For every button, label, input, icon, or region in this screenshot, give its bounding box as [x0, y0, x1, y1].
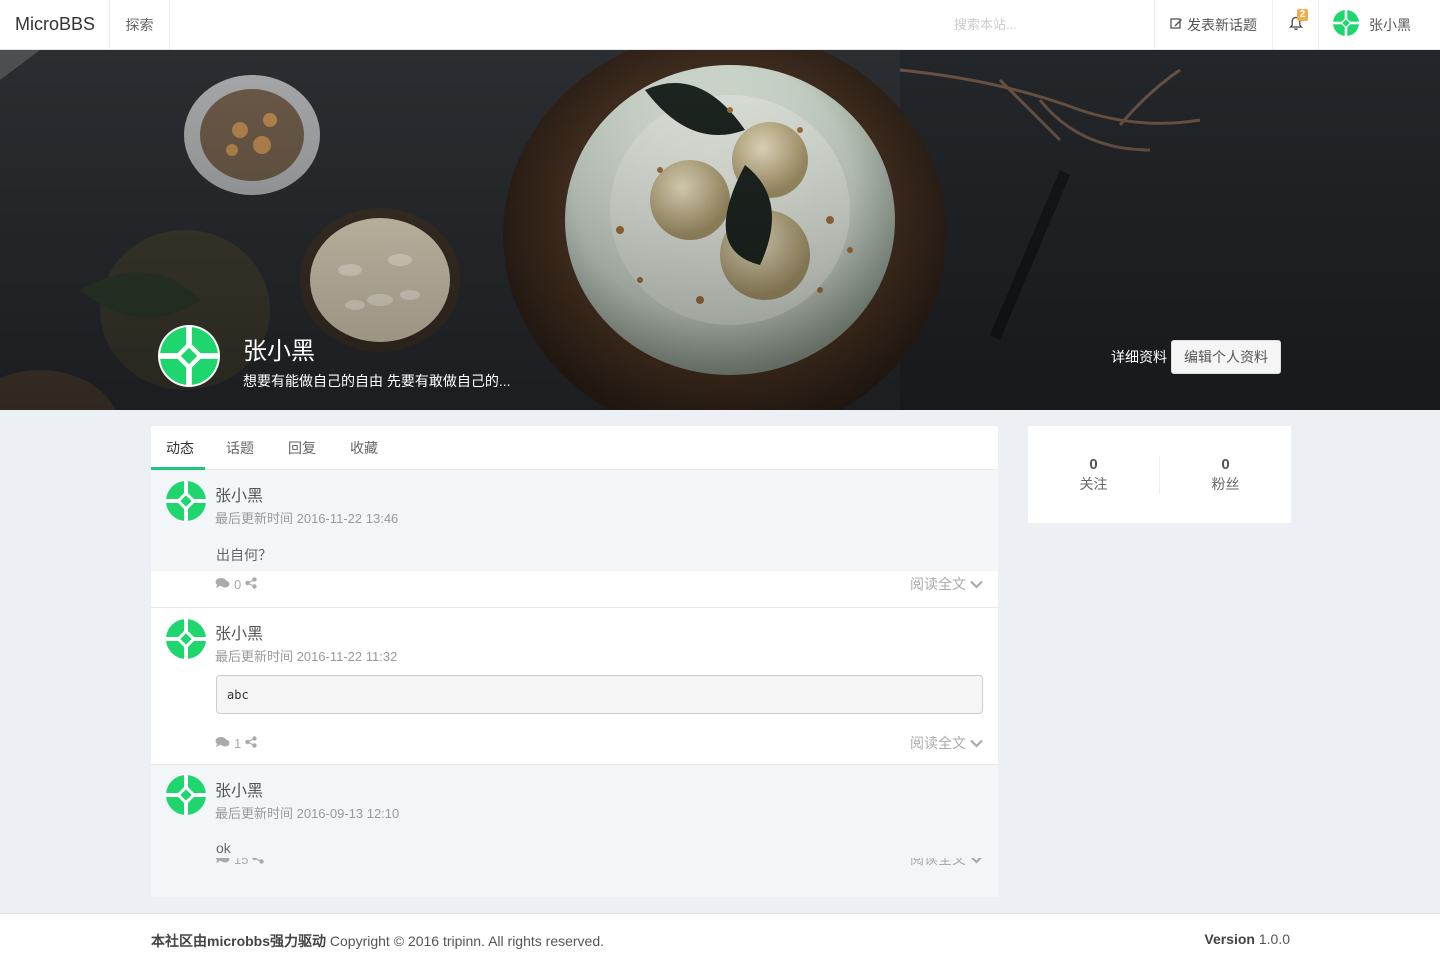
powered-suffix: 强力驱动 [270, 933, 327, 949]
post-author[interactable]: 张小黑 [215, 777, 983, 801]
comment-count: 1 [234, 735, 242, 751]
search-input[interactable] [954, 17, 1144, 32]
post-author[interactable]: 张小黑 [215, 482, 983, 506]
post-code-block: abc [216, 675, 983, 714]
profile-detail-link[interactable]: 详细资料 [1111, 347, 1167, 367]
feed-item-body: 张小黑 最后更新时间 2016-11-22 11:32 abc [151, 608, 998, 730]
post-avatar[interactable] [166, 619, 206, 659]
profile-bio: 想要有能做自己的自由 先要有敢做自己的... [243, 373, 511, 389]
post-footer: 1 阅读全文 [151, 730, 998, 756]
activity-feed: 动态 话题 回复 收藏 张小黑 最后更新时间 2016-11-22 13:46 … [151, 426, 998, 897]
tab-favorites[interactable]: 收藏 [333, 426, 395, 469]
follow-stats-card: 0 关注 0 粉丝 [1028, 426, 1291, 523]
post-avatar[interactable] [166, 775, 206, 815]
notification-badge: 2 [1297, 9, 1308, 21]
footer-version: Version 1.0.0 [1204, 931, 1290, 947]
edit-icon [1170, 17, 1183, 33]
powered-prefix: 本社区由 [151, 933, 207, 949]
comment-count: 0 [234, 576, 242, 592]
read-more-label: 阅读全文 [910, 576, 966, 592]
share-icon[interactable] [245, 735, 257, 751]
post-stats: 0 [215, 577, 257, 592]
profile-avatar [158, 325, 220, 387]
post-content: 出自何？ [216, 547, 272, 563]
read-more-link[interactable]: 阅读全文 [910, 574, 983, 594]
comment-icon [215, 577, 230, 592]
search-box [954, 0, 1154, 49]
user-name: 张小黑 [1369, 16, 1411, 33]
post-time: 最后更新时间 2016-09-13 12:10 [215, 806, 400, 821]
profile-name: 张小黑 [243, 338, 315, 365]
following-stat[interactable]: 0 关注 [1028, 456, 1159, 494]
version-label: Version [1204, 931, 1255, 947]
profile-cover: 张小黑 想要有能做自己的自由 先要有敢做自己的... 详细资料 编辑个人资料 [0, 50, 1440, 410]
feed-item-body: 张小黑 最后更新时间 2016-11-22 13:46 出自何？ [151, 470, 998, 571]
top-navbar: MicroBBS 探索 发表新话题 2 张小黑 [0, 0, 1440, 50]
post-footer: 0 阅读全文 [151, 571, 998, 597]
followers-stat[interactable]: 0 粉丝 [1159, 455, 1291, 494]
new-topic-button[interactable]: 发表新话题 [1154, 0, 1272, 49]
new-topic-label: 发表新话题 [1187, 16, 1257, 33]
feed-item: 张小黑 最后更新时间 2016-11-22 11:32 abc 1 阅读全文 [151, 608, 998, 765]
feed-item: 张小黑 最后更新时间 2016-11-22 13:46 出自何？ 0 阅读全文 [151, 470, 998, 608]
read-more-label: 阅读全文 [910, 735, 966, 751]
user-avatar [1333, 10, 1359, 39]
notifications-button[interactable]: 2 [1272, 0, 1318, 49]
comment-icon [215, 736, 230, 751]
following-label: 关注 [1079, 475, 1108, 492]
nav-explore-link[interactable]: 探索 [110, 0, 170, 49]
tab-replies[interactable]: 回复 [271, 426, 333, 469]
post-stats: 1 [215, 736, 257, 751]
version-number: 1.0.0 [1258, 931, 1290, 947]
chevron-down-icon [970, 735, 983, 751]
powered-link[interactable]: microbbs [207, 933, 270, 949]
followers-count: 0 [1221, 455, 1230, 473]
followers-label: 粉丝 [1211, 475, 1240, 492]
feed-item-body: 张小黑 最后更新时间 2016-09-13 12:10 ok [151, 765, 998, 858]
post-avatar[interactable] [166, 481, 206, 521]
feed-item: 张小黑 最后更新时间 2016-09-13 12:10 ok 15 阅读全文 [151, 765, 998, 897]
tab-activity[interactable]: 动态 [151, 426, 209, 470]
post-time: 最后更新时间 2016-11-22 11:32 [215, 649, 398, 664]
share-icon[interactable] [245, 576, 257, 592]
tab-topics[interactable]: 话题 [209, 426, 271, 469]
copyright-text: Copyright © 2016 tripinn. All rights res… [329, 933, 605, 949]
chevron-down-icon [970, 576, 983, 592]
user-menu[interactable]: 张小黑 [1318, 0, 1440, 49]
following-count: 0 [1089, 455, 1098, 473]
post-author[interactable]: 张小黑 [215, 620, 983, 644]
footer-powered: 本社区由microbbs强力驱动 Copyright © 2016 tripin… [151, 931, 604, 951]
brand-logo[interactable]: MicroBBS [0, 0, 110, 49]
edit-profile-button[interactable]: 编辑个人资料 [1171, 340, 1281, 374]
read-more-link[interactable]: 阅读全文 [910, 733, 983, 753]
post-time: 最后更新时间 2016-11-22 13:46 [215, 511, 399, 526]
page-footer: 本社区由microbbs强力驱动 Copyright © 2016 tripin… [0, 913, 1440, 965]
profile-tabs: 动态 话题 回复 收藏 [151, 426, 998, 470]
post-content: ok [216, 840, 231, 856]
